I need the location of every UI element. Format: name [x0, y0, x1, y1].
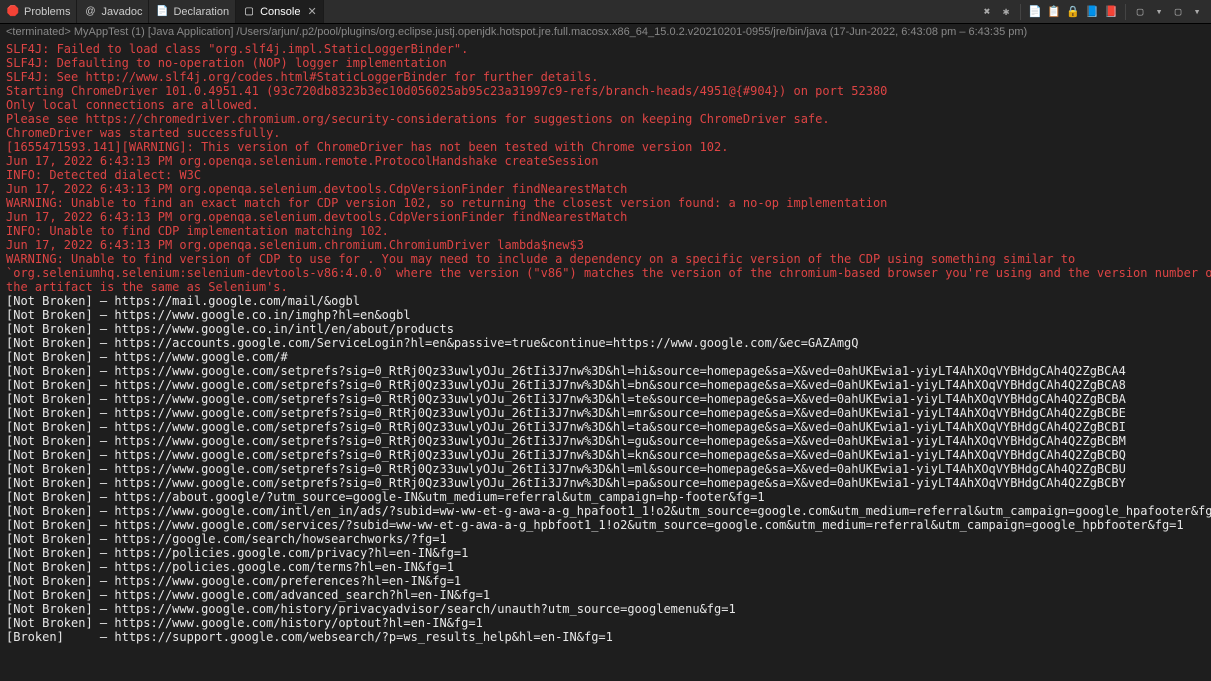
console-line: Jun 17, 2022 6:43:13 PM org.openqa.selen… [6, 210, 1205, 224]
pin-console-icon[interactable]: 📋 [1046, 4, 1062, 20]
console-line: Jun 17, 2022 6:43:13 PM org.openqa.selen… [6, 154, 1205, 168]
app-name: MyAppTest (1) [Java Application] [74, 26, 234, 38]
close-icon[interactable]: ✕ [307, 5, 316, 18]
console-line: [Not Broken] – https://www.google.com/hi… [6, 616, 1205, 630]
show-stdout-icon[interactable]: 📘 [1084, 4, 1100, 20]
console-line: [Not Broken] – https://www.google.com/se… [6, 434, 1205, 448]
display-console-icon[interactable]: ▢ [1132, 4, 1148, 20]
remove-all-icon[interactable]: ✱ [998, 4, 1014, 20]
scroll-lock-icon[interactable]: 🔒 [1065, 4, 1081, 20]
javadoc-icon: @ [83, 5, 97, 19]
console-line: Starting ChromeDriver 101.0.4951.41 (93c… [6, 84, 1205, 98]
console-line: SLF4J: Defaulting to no-operation (NOP) … [6, 56, 1205, 70]
declaration-icon: 📄 [155, 5, 169, 19]
java-binary-path: /Users/arjun/.p2/pool/plugins/org.eclips… [237, 26, 827, 38]
console-line: [Not Broken] – https://www.google.com/# [6, 350, 1205, 364]
console-line: [Not Broken] – https://www.google.com/se… [6, 406, 1205, 420]
console-line: [Not Broken] – https://google.com/search… [6, 532, 1205, 546]
tab-label: Declaration [173, 6, 229, 18]
console-line: [Not Broken] – https://www.google.com/in… [6, 504, 1205, 518]
console-line: WARNING: Unable to find an exact match f… [6, 196, 1205, 210]
console-line: [Not Broken] – https://www.google.com/se… [6, 518, 1205, 532]
open-console-icon[interactable]: ▢ [1170, 4, 1186, 20]
console-line: SLF4J: Failed to load class "org.slf4j.i… [6, 42, 1205, 56]
console-line: [Not Broken] – https://www.google.com/se… [6, 476, 1205, 490]
tab-label: Problems [24, 6, 70, 18]
console-output[interactable]: SLF4J: Failed to load class "org.slf4j.i… [0, 40, 1211, 646]
view-tab-bar: 🛑 Problems @ Javadoc 📄 Declaration ▢ Con… [0, 0, 1211, 24]
tab-declaration[interactable]: 📄 Declaration [149, 0, 236, 23]
remove-launch-icon[interactable]: ✖ [979, 4, 995, 20]
console-line: [Broken] – https://support.google.com/we… [6, 630, 1205, 644]
console-line: [Not Broken] – https://www.google.com/se… [6, 420, 1205, 434]
console-line: [Not Broken] – https://www.google.com/se… [6, 448, 1205, 462]
display-console-dropdown-icon[interactable]: ▾ [1151, 4, 1167, 20]
show-stderr-icon[interactable]: 📕 [1103, 4, 1119, 20]
console-line: [Not Broken] – https://www.google.co.in/… [6, 322, 1205, 336]
console-line: [Not Broken] – https://policies.google.c… [6, 546, 1205, 560]
console-line: [Not Broken] – https://mail.google.com/m… [6, 294, 1205, 308]
separator [1020, 4, 1021, 20]
tab-label: Javadoc [101, 6, 142, 18]
clear-console-icon[interactable]: 📄 [1027, 4, 1043, 20]
console-line: Please see https://chromedriver.chromium… [6, 112, 1205, 126]
console-process-status: <terminated> MyAppTest (1) [Java Applica… [0, 24, 1211, 40]
console-line: [Not Broken] – https://www.google.com/pr… [6, 574, 1205, 588]
console-line: WARNING: Unable to find version of CDP t… [6, 252, 1205, 266]
console-line: ChromeDriver was started successfully. [6, 126, 1205, 140]
tab-console[interactable]: ▢ Console ✕ [236, 0, 324, 23]
console-line: [Not Broken] – https://www.google.com/se… [6, 364, 1205, 378]
separator [1125, 4, 1126, 20]
console-line: SLF4J: See http://www.slf4j.org/codes.ht… [6, 70, 1205, 84]
open-console-dropdown-icon[interactable]: ▾ [1189, 4, 1205, 20]
console-line: [Not Broken] – https://www.google.com/se… [6, 392, 1205, 406]
console-line: [Not Broken] – https://www.google.com/se… [6, 462, 1205, 476]
console-line: [Not Broken] – https://www.google.com/ad… [6, 588, 1205, 602]
tab-javadoc[interactable]: @ Javadoc [77, 0, 149, 23]
console-line: Jun 17, 2022 6:43:13 PM org.openqa.selen… [6, 238, 1205, 252]
console-line: [Not Broken] – https://policies.google.c… [6, 560, 1205, 574]
problems-icon: 🛑 [6, 5, 20, 19]
console-line: Jun 17, 2022 6:43:13 PM org.openqa.selen… [6, 182, 1205, 196]
tab-label: Console [260, 6, 300, 18]
tab-problems[interactable]: 🛑 Problems [0, 0, 77, 23]
console-line: [Not Broken] – https://www.google.com/hi… [6, 602, 1205, 616]
console-toolbar: ✖ ✱ 📄 📋 🔒 📘 📕 ▢ ▾ ▢ ▾ [979, 4, 1211, 20]
run-timestamp: (17-Jun-2022, 6:43:08 pm – 6:43:35 pm) [830, 26, 1028, 38]
console-line: [Not Broken] – https://accounts.google.c… [6, 336, 1205, 350]
console-line: [Not Broken] – https://about.google/?utm… [6, 490, 1205, 504]
console-line: INFO: Detected dialect: W3C [6, 168, 1205, 182]
console-line: `org.seleniumhq.selenium:selenium-devtoo… [6, 266, 1205, 280]
console-line: Only local connections are allowed. [6, 98, 1205, 112]
console-line: [Not Broken] – https://www.google.co.in/… [6, 308, 1205, 322]
console-icon: ▢ [242, 5, 256, 19]
console-line: [Not Broken] – https://www.google.com/se… [6, 378, 1205, 392]
console-line: INFO: Unable to find CDP implementation … [6, 224, 1205, 238]
console-line: the artifact is the same as Selenium's. [6, 280, 1205, 294]
console-line: [1655471593.141][WARNING]: This version … [6, 140, 1205, 154]
terminated-label: <terminated> [6, 26, 71, 38]
